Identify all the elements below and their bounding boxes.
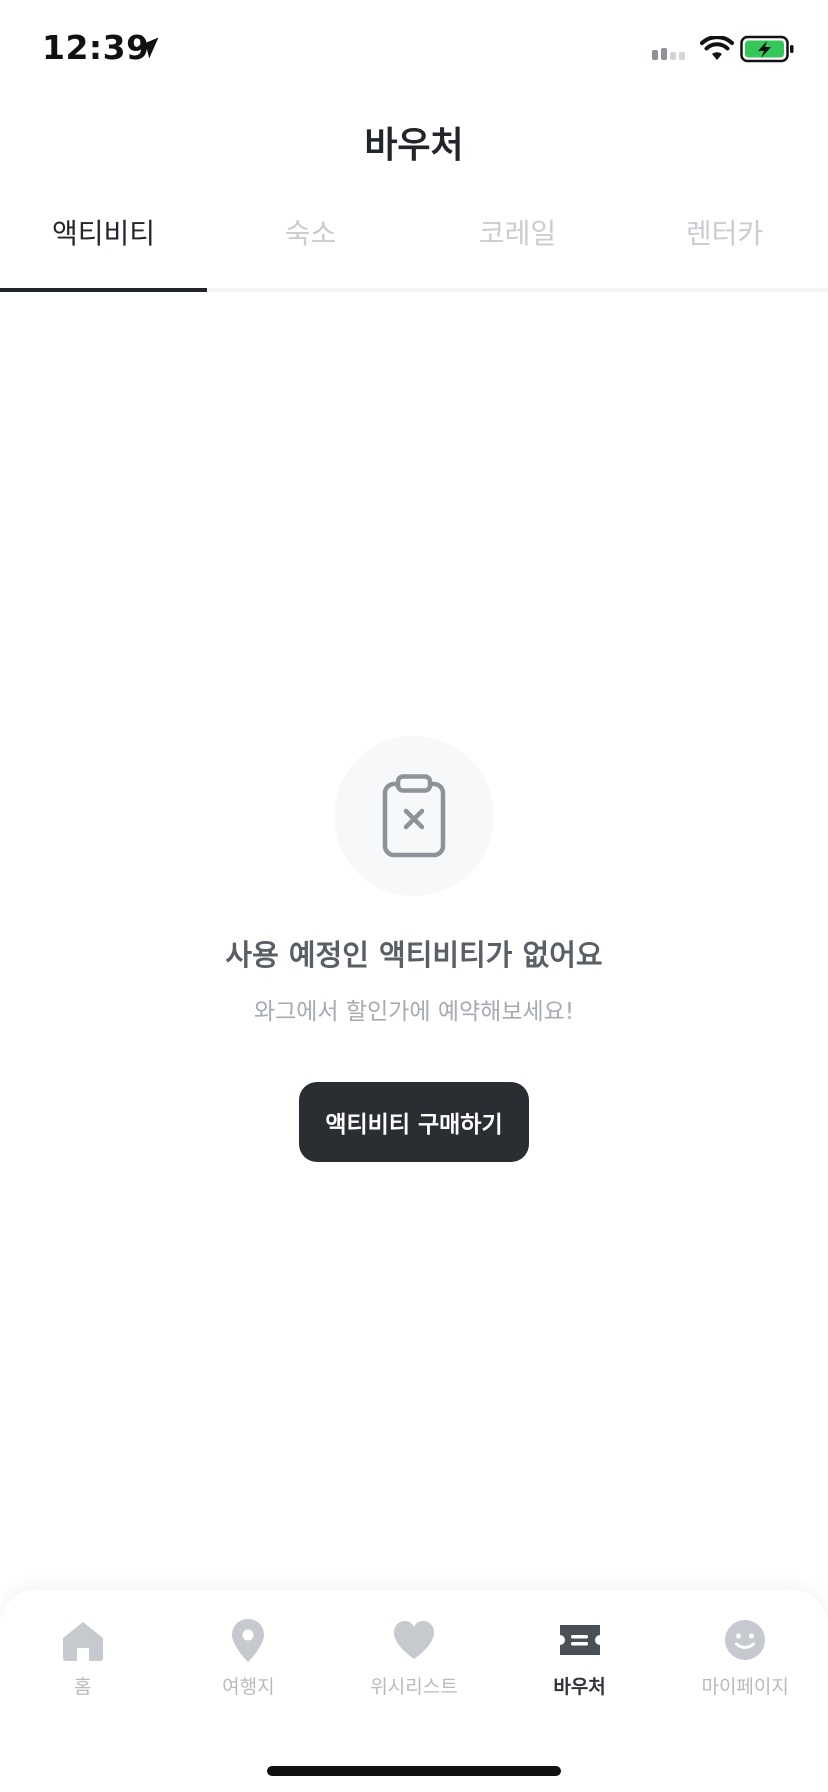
location-arrow-icon	[137, 37, 159, 59]
nav-item-voucher[interactable]: 바우처	[497, 1616, 663, 1699]
nav-item-mypage[interactable]: 마이페이지	[662, 1616, 828, 1699]
nav-label-voucher: 바우처	[553, 1676, 606, 1698]
tab-korail[interactable]: 코레일	[414, 190, 621, 288]
tab-activity[interactable]: 액티비티	[0, 190, 207, 292]
empty-state-illustration	[334, 736, 494, 896]
nav-item-wishlist[interactable]: 위시리스트	[331, 1616, 497, 1699]
tab-rental-car[interactable]: 렌터카	[621, 190, 828, 288]
wifi-icon	[700, 36, 734, 60]
tab-accommodation[interactable]: 숙소	[207, 190, 414, 288]
status-bar: 12:39	[0, 0, 828, 100]
nav-label-wishlist: 위시리스트	[370, 1676, 458, 1698]
nav-item-destinations[interactable]: 여행지	[166, 1616, 332, 1699]
empty-state-title: 사용 예정인 액티비티가 없어요	[225, 938, 603, 972]
voucher-tabs: 액티비티 숙소 코레일 렌터카	[0, 190, 828, 292]
home-icon	[62, 1622, 103, 1661]
nav-item-home[interactable]: 홈	[0, 1616, 166, 1699]
nav-label-home: 홈	[74, 1676, 92, 1698]
nav-label-mypage: 마이페이지	[701, 1676, 789, 1698]
heart-icon	[393, 1621, 434, 1659]
battery-charging-icon	[740, 35, 794, 63]
nav-label-destinations: 여행지	[222, 1676, 275, 1698]
cellular-signal-icon	[652, 48, 685, 60]
page-title: 바우처	[364, 125, 464, 166]
empty-state-subtitle: 와그에서 할인가에 예약해보세요!	[253, 999, 575, 1025]
buy-activity-button[interactable]: 액티비티 구매하기	[299, 1082, 529, 1162]
location-pin-icon	[232, 1619, 265, 1662]
smiley-icon	[725, 1620, 766, 1660]
home-indicator	[267, 1766, 561, 1776]
clipboard-x-icon	[382, 774, 446, 858]
ticket-icon	[559, 1625, 600, 1655]
bottom-nav: 홈 여행지 위시리스트 바우처 마이페이지	[0, 1590, 828, 1792]
